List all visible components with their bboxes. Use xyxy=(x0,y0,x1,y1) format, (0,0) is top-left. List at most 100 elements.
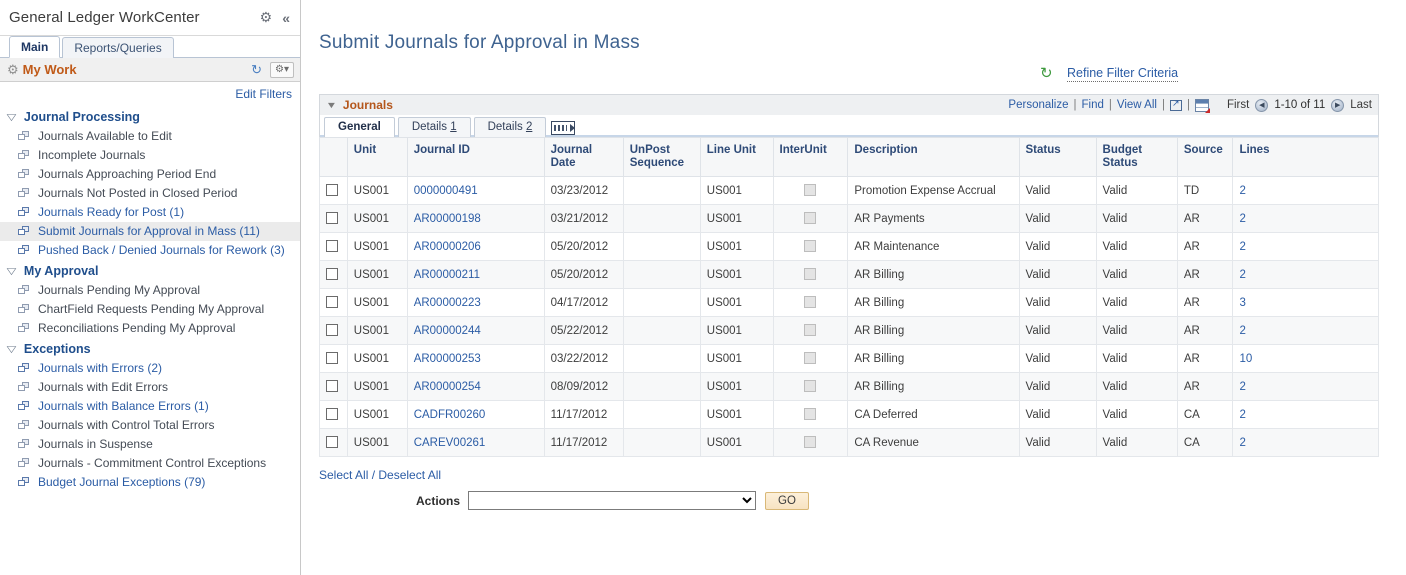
grid-tab-details-1[interactable]: Details 1 xyxy=(397,117,471,137)
find-link[interactable]: Find xyxy=(1082,99,1104,111)
table-body: US001 0000000491 03/23/2012 US001 Promotion … xyxy=(319,176,1379,457)
expand-tabs-icon[interactable] xyxy=(551,121,576,135)
edit-filters-link[interactable]: Edit Filters xyxy=(235,87,292,101)
sidebar-item-journals-with-errors-2[interactable]: Journals with Errors (2) xyxy=(0,359,300,378)
row-checkbox[interactable] xyxy=(326,408,338,421)
journal-id-link[interactable]: 0000000491 xyxy=(414,185,478,197)
cell-line-unit: US001 xyxy=(699,176,774,205)
row-checkbox[interactable] xyxy=(326,212,338,225)
sidebar-group-header[interactable]: ▽ Journal Processing xyxy=(0,108,300,127)
lines-link[interactable]: 2 xyxy=(1239,409,1245,421)
lines-link[interactable]: 10 xyxy=(1239,353,1252,365)
sidebar-group-header[interactable]: ▽ Exceptions xyxy=(0,340,300,359)
journal-id-link[interactable]: AR00000223 xyxy=(414,297,481,309)
prev-arrow-icon[interactable]: ◀ xyxy=(1255,98,1269,112)
personalize-link[interactable]: Personalize xyxy=(1008,99,1068,111)
sidebar-item-reconciliations-pending-my-approval[interactable]: Reconciliations Pending My Approval xyxy=(0,319,300,338)
go-button[interactable]: GO xyxy=(765,491,809,510)
row-checkbox[interactable] xyxy=(326,268,338,281)
sidebar-item-journals-with-control-total-errors[interactable]: Journals with Control Total Errors xyxy=(0,416,300,435)
interunit-checkbox[interactable] xyxy=(804,184,817,197)
tab-reports-queries[interactable]: Reports/Queries xyxy=(62,37,174,58)
view-all-link[interactable]: View All xyxy=(1117,99,1157,111)
journal-id-link[interactable]: AR00000206 xyxy=(414,241,481,253)
collapse-panel-icon[interactable]: « xyxy=(277,10,292,26)
triangle-down-icon[interactable]: ▼ xyxy=(326,100,338,110)
pager-first[interactable]: First xyxy=(1227,99,1249,111)
interunit-checkbox[interactable] xyxy=(804,240,817,253)
gear-icon[interactable]: ⚙ xyxy=(255,9,278,26)
sidebar-item-journals-not-posted-in-closed-period[interactable]: Journals Not Posted in Closed Period xyxy=(0,184,300,203)
journal-id-link[interactable]: CADFR00260 xyxy=(414,409,486,421)
sidebar-item-pushed-back-denied-journals-for-rework-3[interactable]: Pushed Back / Denied Journals for Rework… xyxy=(0,241,300,260)
lines-link[interactable]: 2 xyxy=(1239,269,1245,281)
main-content: Submit Journals for Approval in Mass ↻ R… xyxy=(301,0,1406,575)
cell-journal-id: AR00000206 xyxy=(406,232,545,261)
table-row: US001 AR00000206 05/20/2012 US001 AR Mainten… xyxy=(319,232,1379,261)
cell-journal-id: AR00000253 xyxy=(406,344,545,373)
pager-last[interactable]: Last xyxy=(1350,99,1372,111)
row-checkbox[interactable] xyxy=(326,296,338,309)
interunit-checkbox[interactable] xyxy=(804,268,817,281)
journal-id-link[interactable]: CAREV00261 xyxy=(414,437,486,449)
interunit-checkbox[interactable] xyxy=(804,352,817,365)
refresh-icon[interactable]: ↻ xyxy=(1040,66,1056,82)
journal-id-link[interactable]: AR00000253 xyxy=(414,353,481,365)
sidebar-item-submit-journals-for-approval-in-mass-11[interactable]: Submit Journals for Approval in Mass (11… xyxy=(0,222,300,241)
grid-tab-details-2[interactable]: Details 2 xyxy=(473,117,547,137)
my-work-title: My Work xyxy=(22,62,77,77)
sidebar-item-budget-journal-exceptions-79[interactable]: Budget Journal Exceptions (79) xyxy=(0,473,300,492)
sidebar-item-chartfield-requests-pending-my-approval[interactable]: ChartField Requests Pending My Approval xyxy=(0,300,300,319)
lines-link[interactable]: 2 xyxy=(1239,185,1245,197)
grid-tab-general[interactable]: General xyxy=(324,117,395,137)
journal-id-link[interactable]: AR00000211 xyxy=(414,269,480,281)
journal-id-link[interactable]: AR00000244 xyxy=(414,325,481,337)
interunit-checkbox[interactable] xyxy=(804,324,817,337)
lines-link[interactable]: 2 xyxy=(1239,213,1245,225)
cell-source: CA xyxy=(1176,428,1234,457)
sidebar-item-journals-pending-my-approval[interactable]: Journals Pending My Approval xyxy=(0,281,300,300)
popout-icon[interactable] xyxy=(1169,98,1182,111)
row-checkbox[interactable] xyxy=(326,380,338,393)
cell-unit: US001 xyxy=(346,316,408,345)
select-all-deselect-all-link[interactable]: Select All / Deselect All xyxy=(319,468,441,482)
download-grid-icon[interactable] xyxy=(1194,98,1210,113)
refresh-icon[interactable]: ↻ xyxy=(251,62,262,78)
journal-id-link[interactable]: AR00000198 xyxy=(414,213,481,225)
window-icon xyxy=(18,477,36,488)
column-header-checkbox xyxy=(319,137,348,177)
journal-id-link[interactable]: AR00000254 xyxy=(414,381,481,393)
interunit-checkbox[interactable] xyxy=(804,296,817,309)
interunit-checkbox[interactable] xyxy=(804,212,817,225)
sidebar-item-journals-available-to-edit[interactable]: Journals Available to Edit xyxy=(0,127,300,146)
sidebar-item-journals-with-edit-errors[interactable]: Journals with Edit Errors xyxy=(0,378,300,397)
lines-link[interactable]: 2 xyxy=(1239,437,1245,449)
interunit-checkbox[interactable] xyxy=(804,436,817,449)
tab-main[interactable]: Main xyxy=(9,36,61,58)
column-header-line-unit: Line Unit xyxy=(699,137,774,177)
sidebar-item-journals-with-balance-errors-1[interactable]: Journals with Balance Errors (1) xyxy=(0,397,300,416)
lines-link[interactable]: 3 xyxy=(1239,297,1245,309)
refine-filter-criteria-link[interactable]: Refine Filter Criteria xyxy=(1067,66,1179,82)
next-arrow-icon[interactable]: ▶ xyxy=(1331,98,1345,112)
sidebar-item-incomplete-journals[interactable]: Incomplete Journals xyxy=(0,146,300,165)
cell-journal-date: 04/17/2012 xyxy=(543,288,624,317)
row-checkbox[interactable] xyxy=(326,184,338,197)
lines-link[interactable]: 2 xyxy=(1239,381,1245,393)
interunit-checkbox[interactable] xyxy=(804,380,817,393)
sidebar-group-header[interactable]: ▽ My Approval xyxy=(0,262,300,281)
sidebar-item-journals-ready-for-post-1[interactable]: Journals Ready for Post (1) xyxy=(0,203,300,222)
my-work-options-button[interactable]: ⚙▾ xyxy=(270,61,294,78)
row-checkbox[interactable] xyxy=(326,436,338,449)
sidebar-item-journals-commitment-control-exceptions[interactable]: Journals - Commitment Control Exceptions xyxy=(0,454,300,473)
lines-link[interactable]: 2 xyxy=(1239,241,1245,253)
cell-budget-status: Valid xyxy=(1095,400,1178,429)
sidebar-item-journals-approaching-period-end[interactable]: Journals Approaching Period End xyxy=(0,165,300,184)
interunit-checkbox[interactable] xyxy=(804,408,817,421)
row-checkbox[interactable] xyxy=(326,240,338,253)
sidebar-item-journals-in-suspense[interactable]: Journals in Suspense xyxy=(0,435,300,454)
actions-select[interactable] xyxy=(468,491,756,510)
row-checkbox[interactable] xyxy=(326,352,338,365)
lines-link[interactable]: 2 xyxy=(1239,325,1245,337)
row-checkbox[interactable] xyxy=(326,324,338,337)
